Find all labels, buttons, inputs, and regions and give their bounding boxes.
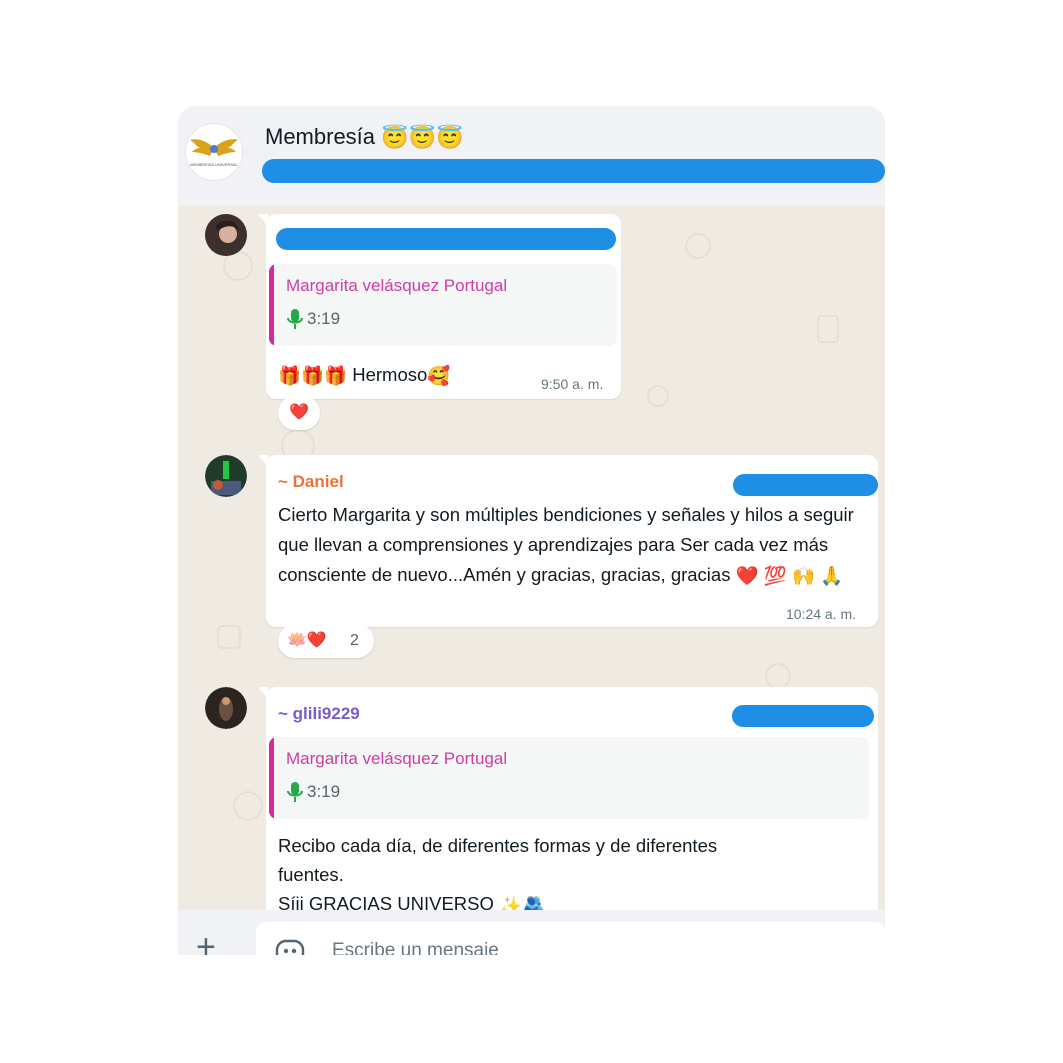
chat-window: MEMBRESÍA UNIVERSAL Membresía 😇😇😇 Margar… [178, 106, 885, 955]
reaction-count: 2 [350, 632, 359, 649]
chat-header[interactable]: MEMBRESÍA UNIVERSAL Membresía 😇😇😇 [178, 106, 885, 206]
message-timestamp: 9:50 a. m. [541, 376, 604, 392]
title-emojis: 😇😇😇 [381, 125, 464, 151]
quoted-message[interactable]: Margarita velásquez Portugal 3:19 [269, 264, 617, 346]
quote-author: Margarita velásquez Portugal [286, 276, 508, 295]
gift-emojis: 🎁🎁🎁 [278, 365, 348, 387]
sparkles-emojis: ✨🫂 [499, 894, 546, 910]
message-bubble[interactable]: Margarita velásquez Portugal 3:19 🎁🎁🎁 He… [258, 214, 621, 399]
microphone-icon [287, 782, 303, 802]
sender-avatar[interactable] [205, 687, 247, 729]
redacted-phone-number [733, 474, 878, 496]
redacted-sender-name [276, 228, 616, 250]
message-bubble[interactable]: ~ glili9229 Margarita velásquez Portugal… [258, 687, 878, 910]
lotus-heart-reaction-icon: 🪷❤️ [287, 632, 327, 649]
group-title[interactable]: Membresía 😇😇😇 [265, 124, 463, 151]
chat-area: Margarita velásquez Portugal 3:19 🎁🎁🎁 He… [178, 206, 885, 910]
bubble-tail [258, 455, 268, 467]
heart-reaction-icon: ❤️ [289, 404, 309, 421]
message-text-body: Hermoso [352, 364, 428, 385]
message-text-line: fuentes. [278, 864, 344, 885]
message-text: 🎁🎁🎁 Hermoso🥰 [278, 360, 450, 391]
message-input[interactable]: Escribe un mensaje [256, 922, 885, 955]
message-input-placeholder: Escribe un mensaje [332, 940, 499, 955]
avatar-photo-icon [205, 687, 247, 729]
quote-audio-duration: 3:19 [307, 782, 341, 801]
reaction-badge[interactable]: ❤️ [278, 396, 320, 430]
bubble-tail [258, 687, 268, 699]
smiling-hearts-emoji: 🥰 [427, 365, 451, 387]
redacted-phone-number [732, 705, 874, 727]
message-text: Cierto Margarita y son múltiples bendici… [278, 500, 868, 591]
group-title-text: Membresía [265, 124, 376, 149]
quote-accent-bar [269, 737, 274, 819]
sender-name[interactable]: ~ Daniel [278, 472, 344, 492]
message-emojis: ❤️ 💯 🙌 🙏 [735, 565, 844, 587]
avatar-photo-icon [205, 455, 247, 497]
message-text-line: Síii GRACIAS UNIVERSO [278, 893, 494, 910]
quote-audio-duration: 3:19 [307, 309, 341, 328]
sender-avatar[interactable] [205, 214, 247, 256]
sender-name[interactable]: ~ glili9229 [278, 704, 360, 724]
quote-author: Margarita velásquez Portugal [286, 749, 508, 768]
composer-bar: + Escribe un mensaje [178, 910, 885, 955]
message-text: Recibo cada día, de diferentes formas y … [278, 831, 717, 910]
attach-plus-icon[interactable]: + [196, 930, 216, 955]
quoted-message[interactable]: Margarita velásquez Portugal 3:19 [269, 737, 869, 819]
group-avatar[interactable]: MEMBRESÍA UNIVERSAL [186, 124, 242, 180]
microphone-icon [287, 309, 303, 329]
quote-accent-bar [269, 264, 274, 346]
emoji-icon[interactable] [274, 936, 306, 955]
message-timestamp: 10:24 a. m. [786, 606, 857, 622]
redacted-subtitle [262, 159, 885, 183]
reaction-badge[interactable]: 🪷❤️ 2 [278, 624, 374, 658]
sender-avatar[interactable] [205, 455, 247, 497]
avatar-photo-icon [205, 214, 247, 256]
bubble-tail [258, 214, 268, 226]
wings-logo-icon: MEMBRESÍA UNIVERSAL [190, 139, 239, 167]
svg-text:MEMBRESÍA UNIVERSAL: MEMBRESÍA UNIVERSAL [190, 162, 238, 167]
message-bubble[interactable]: ~ Daniel Cierto Margarita y son múltiple… [258, 455, 878, 627]
message-text-line: Recibo cada día, de diferentes formas y … [278, 835, 718, 856]
